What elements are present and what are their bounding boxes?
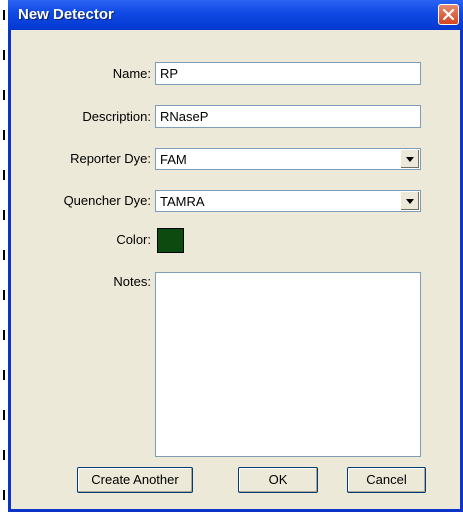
quencher-dye-select[interactable]: TAMRA xyxy=(155,190,421,212)
dialog-body: Name: Description: Reporter Dye: FAM Que… xyxy=(11,30,460,509)
new-detector-dialog: New Detector Name: Description: Reporter… xyxy=(8,0,463,512)
name-field[interactable] xyxy=(155,62,421,85)
notes-textarea[interactable] xyxy=(155,272,421,457)
close-button[interactable] xyxy=(438,4,459,25)
quencher-dye-value: TAMRA xyxy=(160,194,205,209)
description-field[interactable] xyxy=(155,105,421,128)
ok-button[interactable]: OK xyxy=(238,467,318,493)
background-strip xyxy=(0,0,8,519)
chevron-down-icon[interactable] xyxy=(400,150,419,168)
notes-label: Notes: xyxy=(113,274,151,289)
cancel-label: Cancel xyxy=(366,472,407,487)
title-bar[interactable]: New Detector xyxy=(8,0,463,30)
ok-label: OK xyxy=(268,472,288,487)
cancel-button[interactable]: Cancel xyxy=(347,467,426,493)
chevron-down-icon[interactable] xyxy=(400,192,419,210)
create-another-label: Create Another xyxy=(91,472,179,487)
dialog-title: New Detector xyxy=(18,6,114,23)
reporter-dye-value: FAM xyxy=(160,152,187,167)
color-swatch-button[interactable] xyxy=(157,228,184,253)
color-label: Color: xyxy=(116,232,151,247)
dashed-edge xyxy=(3,10,5,510)
description-label: Description: xyxy=(82,109,151,124)
quencher-dye-label: Quencher Dye: xyxy=(63,193,151,208)
create-another-button[interactable]: Create Another xyxy=(77,467,193,493)
close-icon xyxy=(442,8,455,21)
name-label: Name: xyxy=(112,66,151,81)
reporter-dye-label: Reporter Dye: xyxy=(70,151,151,166)
reporter-dye-select[interactable]: FAM xyxy=(155,148,421,170)
